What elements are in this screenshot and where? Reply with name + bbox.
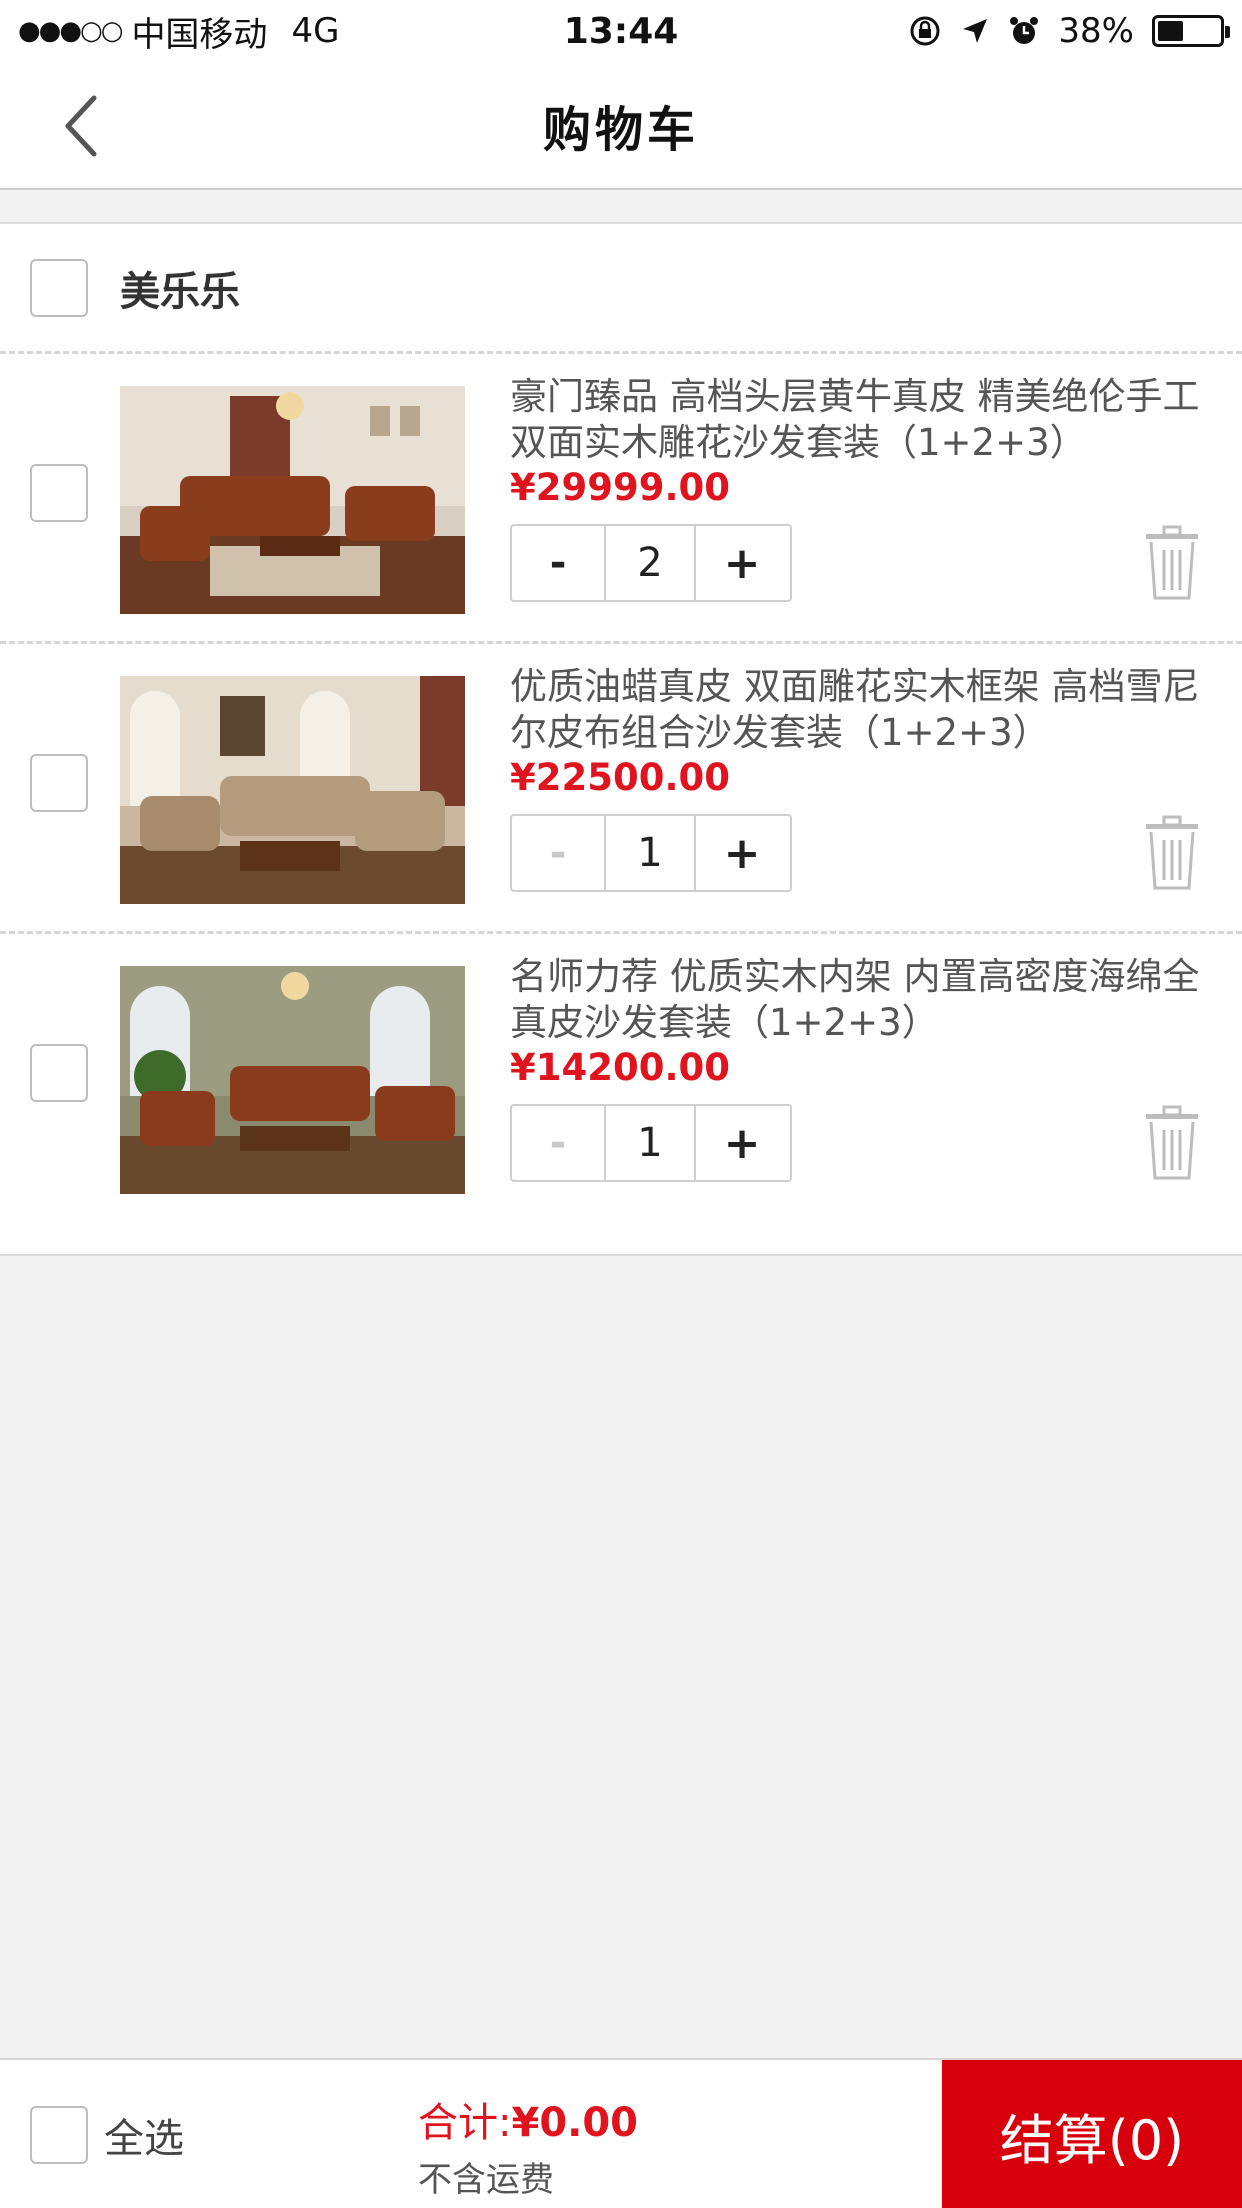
product-title[interactable]: 豪门臻品 高档头层黄牛真皮 精美绝伦手工双面实木雕花沙发套装（1+2+3）: [510, 374, 1210, 466]
decrease-button[interactable]: -: [512, 816, 604, 890]
product-title[interactable]: 优质油蜡真皮 双面雕花实木框架 高档雪尼尔皮布组合沙发套装（1+2+3）: [510, 664, 1210, 756]
checkout-bar: 全选 合计:¥0.00 不含运费 结算(0): [0, 2058, 1242, 2208]
select-all-label: 全选: [104, 2116, 184, 2162]
battery-icon: [1152, 15, 1230, 47]
store-checkbox[interactable]: [30, 258, 88, 317]
cart-panel: 美乐乐 豪门臻品 高档头层黄牛真皮 精美绝伦手工双面实木雕花沙发套装（1+2+3…: [0, 222, 1242, 1256]
product-price: ¥29999.00: [510, 466, 731, 509]
trash-icon[interactable]: [1142, 814, 1202, 892]
status-left: ●●●○○ 中国移动 4G: [18, 7, 438, 56]
decrease-button[interactable]: -: [512, 526, 604, 600]
status-right: 38%: [804, 11, 1230, 51]
product-title[interactable]: 名师力荐 优质实木内架 内置高密度海绵全真皮沙发套装（1+2+3）: [510, 954, 1210, 1046]
rotation-lock-icon: [910, 16, 940, 46]
total-block: 合计:¥0.00 不含运费: [418, 2090, 638, 2201]
decrease-button[interactable]: -: [512, 1106, 604, 1180]
product-image[interactable]: [120, 386, 465, 614]
increase-button[interactable]: +: [696, 1106, 788, 1180]
trash-icon[interactable]: [1142, 524, 1202, 602]
select-all[interactable]: 全选: [30, 2106, 184, 2164]
checkout-button[interactable]: 结算(0): [942, 2060, 1242, 2208]
product-image[interactable]: [120, 676, 465, 904]
battery-percent: 38%: [1058, 11, 1134, 51]
cart-item: 豪门臻品 高档头层黄牛真皮 精美绝伦手工双面实木雕花沙发套装（1+2+3） ¥2…: [0, 354, 1242, 644]
quantity-input[interactable]: 1: [604, 816, 696, 890]
carrier-name: 中国移动: [131, 14, 268, 55]
signal-strength-icon: ●●●○○: [18, 16, 123, 46]
total-amount: ¥0.00: [511, 2100, 639, 2146]
product-price: ¥22500.00: [510, 756, 731, 799]
total-label: 合计:: [418, 2100, 512, 2146]
battery-level: [1158, 21, 1184, 41]
increase-button[interactable]: +: [696, 816, 788, 890]
quantity-input[interactable]: 1: [604, 1106, 696, 1180]
item-checkbox[interactable]: [30, 464, 88, 522]
item-checkbox[interactable]: [30, 754, 88, 812]
quantity-stepper: - 1 +: [510, 1104, 792, 1182]
quantity-input[interactable]: 2: [604, 526, 696, 600]
chevron-left-icon: [65, 95, 97, 157]
trash-icon[interactable]: [1142, 1104, 1202, 1182]
cart-item: 优质油蜡真皮 双面雕花实木框架 高档雪尼尔皮布组合沙发套装（1+2+3） ¥22…: [0, 644, 1242, 934]
alarm-icon: [1010, 17, 1039, 44]
status-bar: ●●●○○ 中国移动 4G 13:44 38%: [0, 0, 1242, 62]
network-type: 4G: [291, 11, 340, 51]
nav-bar: 购物车: [0, 62, 1242, 190]
shipping-note: 不含运费: [418, 2160, 554, 2200]
cart-item: 名师力荐 优质实木内架 内置高密度海绵全真皮沙发套装（1+2+3） ¥14200…: [0, 934, 1242, 1224]
product-image[interactable]: [120, 966, 465, 1194]
product-price: ¥14200.00: [510, 1046, 731, 1089]
page-title: 购物车: [542, 102, 699, 158]
location-arrow-icon: [963, 19, 988, 43]
item-checkbox[interactable]: [30, 1044, 88, 1102]
select-all-checkbox[interactable]: [30, 2106, 88, 2164]
quantity-stepper: - 1 +: [510, 814, 792, 892]
quantity-stepper: - 2 +: [510, 524, 792, 602]
store-header: 美乐乐: [0, 224, 1242, 354]
status-time: 13:44: [563, 10, 679, 52]
store-name: 美乐乐: [120, 268, 240, 315]
total-line: 合计:¥0.00: [418, 2090, 638, 2148]
increase-button[interactable]: +: [696, 526, 788, 600]
back-button[interactable]: [40, 86, 120, 166]
